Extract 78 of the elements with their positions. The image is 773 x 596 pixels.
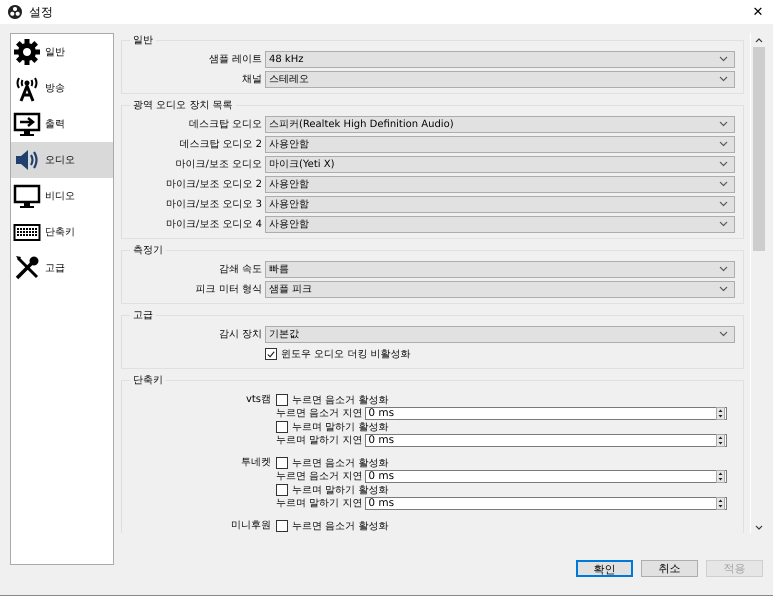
scroll-thumb[interactable] — [752, 47, 764, 251]
sidebar-item[interactable]: 일반 — [11, 34, 113, 70]
spin-arrows-icon — [716, 496, 725, 510]
chevron-down-icon — [719, 56, 728, 62]
chevron-down-icon — [719, 161, 728, 167]
group-title: 측정기 — [132, 244, 164, 257]
dropdown[interactable]: 사용안함 — [265, 196, 735, 212]
dropdown[interactable]: 스테레오 — [265, 70, 735, 88]
source-name: 투네켓 — [240, 456, 272, 470]
source-name: 미니후원 — [230, 519, 272, 532]
close-button[interactable]: ✕ — [743, 0, 773, 24]
group-title: 일반 — [132, 34, 154, 47]
monitor-icon — [13, 182, 41, 210]
field-label: 샘플 레이트 — [208, 53, 262, 66]
source-name: vts캠 — [244, 393, 272, 406]
sidebar-item[interactable]: 단축키 — [11, 214, 113, 250]
tools-icon — [13, 254, 41, 282]
checkbox[interactable]: 누르면 음소거 활성화 — [276, 456, 735, 470]
app-logo-icon — [8, 5, 22, 19]
field-label: 감시 장치 — [218, 328, 262, 341]
field-label: 누르며 말하기 지연 — [276, 434, 362, 448]
dropdown[interactable]: 사용안함 — [265, 216, 735, 232]
chevron-down-icon — [719, 141, 728, 147]
dropdown[interactable]: 마이크(Yeti X) — [265, 156, 735, 172]
dropdown[interactable]: 48 kHz — [265, 50, 735, 68]
chevron-down-icon — [719, 286, 728, 292]
checkbox[interactable]: 누르면 음소거 활성화 — [276, 393, 735, 406]
sidebar-item[interactable]: 출력 — [11, 106, 113, 142]
field-label: 피크 미터 형식 — [194, 283, 262, 296]
chevron-down-icon — [719, 266, 728, 272]
chevron-down-icon — [719, 201, 728, 207]
field-label: 채널 — [241, 73, 262, 86]
dialog-button[interactable]: 확인 — [576, 560, 633, 577]
field-label: 누르면 음소거 지연 — [276, 407, 362, 420]
group-title: 광역 오디오 장치 목록 — [132, 99, 234, 112]
checkbox[interactable]: 누르면 음소거 활성화 — [276, 519, 735, 532]
field-label: 마이크/보조 오디오 — [174, 158, 262, 171]
dialog-button[interactable]: 취소 — [641, 560, 698, 577]
chevron-down-icon — [719, 76, 728, 82]
chevron-down-icon — [719, 221, 728, 227]
dropdown[interactable]: 사용안함 — [265, 136, 735, 152]
checkbox[interactable]: 누르며 말하기 활성화 — [276, 420, 735, 434]
sidebar-item[interactable]: 방송 — [11, 70, 113, 106]
chevron-down-icon — [719, 181, 728, 187]
dropdown[interactable]: 빠름 — [265, 260, 735, 278]
chevron-down-icon — [719, 121, 728, 127]
sidebar-item[interactable]: 비디오 — [11, 178, 113, 214]
spin-box[interactable]: 0 ms — [365, 496, 727, 510]
field-label: 마이크/보조 오디오 2 — [164, 178, 262, 191]
window-title: 설정 — [29, 4, 53, 20]
field-label: 마이크/보조 오디오 4 — [164, 218, 262, 231]
scroll-up-icon[interactable] — [754, 38, 762, 43]
spin-arrows-icon — [716, 406, 725, 420]
field-label: 감쇄 속도 — [218, 263, 262, 276]
checkbox[interactable]: 누르며 말하기 활성화 — [276, 483, 735, 496]
monitor-arrow-icon — [13, 110, 41, 138]
sidebar-item[interactable]: 고급 — [11, 250, 113, 286]
spin-arrows-icon — [716, 470, 725, 483]
dropdown[interactable]: 샘플 피크 — [265, 280, 735, 298]
spin-box[interactable]: 0 ms — [365, 470, 727, 483]
field-label: 데스크탑 오디오 2 — [178, 138, 262, 151]
field-label: 데스크탑 오디오 — [188, 118, 262, 131]
checkbox[interactable]: 윈도우 오디오 더킹 비활성화 — [265, 347, 411, 361]
group-title: 단축키 — [132, 374, 164, 387]
field-label: 누르며 말하기 지연 — [276, 497, 362, 510]
sidebar-item[interactable]: 오디오 — [11, 142, 113, 178]
gear-icon — [13, 38, 41, 66]
spin-box[interactable]: 0 ms — [365, 406, 727, 420]
dropdown[interactable]: 스피커(Realtek High Definition Audio) — [265, 116, 735, 132]
dropdown[interactable]: 사용안함 — [265, 176, 735, 192]
group-title: 고급 — [132, 309, 154, 322]
chevron-down-icon — [719, 331, 728, 337]
dropdown[interactable]: 기본값 — [265, 326, 735, 342]
field-label: 마이크/보조 오디오 3 — [164, 198, 262, 211]
spin-box[interactable]: 0 ms — [365, 434, 727, 447]
field-label: 누르면 음소거 지연 — [276, 470, 362, 484]
scroll-down-icon[interactable] — [754, 525, 762, 530]
spin-arrows-icon — [716, 434, 725, 447]
